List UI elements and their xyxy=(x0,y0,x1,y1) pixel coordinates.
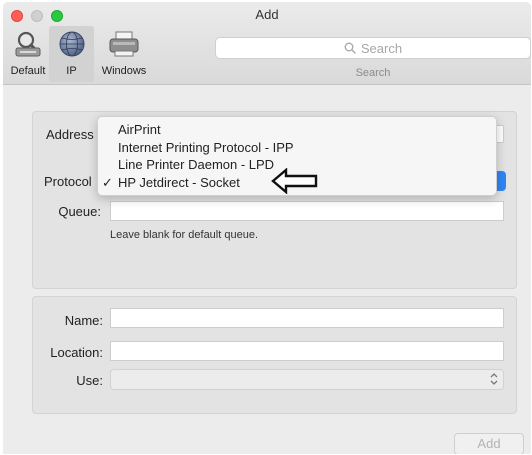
menu-item-airprint[interactable]: AirPrint xyxy=(98,121,496,139)
checkmark-icon: ✓ xyxy=(102,174,113,190)
queue-label: Queue: xyxy=(58,204,101,219)
menu-item-label: Internet Printing Protocol - IPP xyxy=(118,139,294,155)
search-placeholder: Search xyxy=(360,40,403,56)
search-icon xyxy=(344,42,356,54)
ip-tab-label: IP xyxy=(66,65,77,77)
address-field[interactable] xyxy=(497,125,504,143)
toolbar-ip-tab[interactable]: IP xyxy=(49,26,94,82)
toolbar-default-tab[interactable]: Default xyxy=(8,26,48,77)
toolbar-windows-tab[interactable]: Windows xyxy=(95,26,153,77)
window-title: Add xyxy=(255,7,279,22)
titlebar: Add Default IP Windows Search Search xyxy=(3,2,531,85)
location-label: Location: xyxy=(50,345,103,360)
menu-item-label: Line Printer Daemon - LPD xyxy=(118,157,275,172)
menu-item-label: HP Jetdirect - Socket xyxy=(118,174,240,190)
up-down-chevron-icon xyxy=(490,372,498,388)
default-tab-label: Default xyxy=(10,65,46,77)
name-label: Name: xyxy=(64,313,103,328)
menu-item-ipp[interactable]: Internet Printing Protocol - IPP xyxy=(98,139,496,157)
globe-icon xyxy=(59,31,84,57)
add-button[interactable]: Add xyxy=(454,433,524,454)
magnifier-printer-icon xyxy=(15,31,41,57)
printer-icon xyxy=(109,31,139,57)
left-arrow-icon xyxy=(271,168,318,194)
use-label: Use: xyxy=(76,373,103,388)
use-select[interactable] xyxy=(110,369,504,390)
address-label: Address xyxy=(46,127,94,142)
location-input[interactable] xyxy=(110,341,504,361)
search-toolbar-label: Search xyxy=(355,67,391,79)
protocol-popup-button[interactable] xyxy=(496,171,506,191)
name-input[interactable] xyxy=(110,308,504,328)
add-printer-window: Add Default IP Windows Search Search Add… xyxy=(3,2,531,454)
windows-tab-label: Windows xyxy=(101,65,147,77)
queue-hint: Leave blank for default queue. xyxy=(110,229,259,241)
menu-item-label: AirPrint xyxy=(118,122,161,137)
search-field[interactable]: Search xyxy=(215,37,531,59)
queue-input[interactable] xyxy=(110,201,504,221)
protocol-label: Protocol xyxy=(44,174,92,189)
